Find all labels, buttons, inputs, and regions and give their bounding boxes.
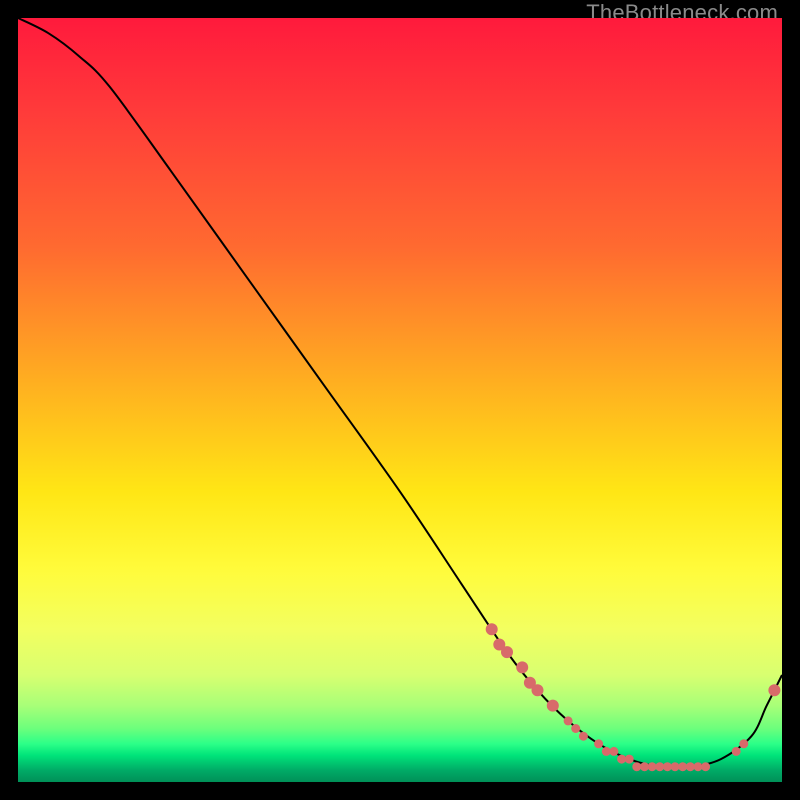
marker-dot bbox=[648, 762, 657, 771]
marker-dot bbox=[671, 762, 680, 771]
marker-dot bbox=[547, 700, 559, 712]
marker-dot bbox=[579, 732, 588, 741]
plot-area bbox=[18, 18, 782, 782]
marker-dot bbox=[625, 755, 634, 764]
marker-dot bbox=[632, 762, 641, 771]
marker-dot bbox=[732, 747, 741, 756]
marker-dot bbox=[594, 739, 603, 748]
marker-dot bbox=[486, 623, 498, 635]
marker-dot bbox=[516, 661, 528, 673]
marker-dot bbox=[609, 747, 618, 756]
marker-dot bbox=[686, 762, 695, 771]
marker-dot bbox=[564, 716, 573, 725]
marker-dot bbox=[768, 684, 780, 696]
marker-dot bbox=[739, 739, 748, 748]
marker-dot bbox=[701, 762, 710, 771]
bottleneck-curve bbox=[18, 18, 782, 768]
marker-dot bbox=[571, 724, 580, 733]
marker-dot bbox=[532, 684, 544, 696]
marker-group bbox=[486, 623, 781, 771]
curve-svg bbox=[18, 18, 782, 782]
chart-frame: TheBottleneck.com bbox=[0, 0, 800, 800]
marker-dot bbox=[501, 646, 513, 658]
